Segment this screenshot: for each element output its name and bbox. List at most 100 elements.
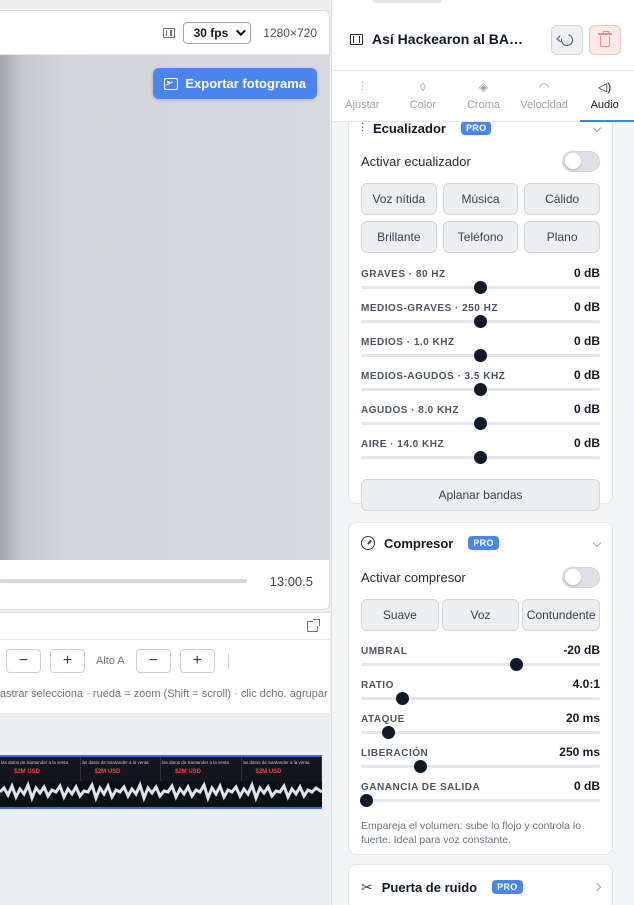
- chevron-down-icon[interactable]: [592, 123, 602, 133]
- tab-color[interactable]: ◊ Color: [393, 71, 454, 121]
- eq-band-slider[interactable]: MEDIOS-GRAVES · 250 HZ 0 dB: [349, 300, 612, 334]
- preset-voz-nitida[interactable]: Voz nítida: [361, 183, 437, 215]
- chevron-down-icon[interactable]: [592, 538, 602, 548]
- eq-band-value: 0 dB: [573, 436, 600, 450]
- slider-thumb[interactable]: [509, 658, 523, 671]
- equalizer-toggle[interactable]: [562, 150, 600, 172]
- param-label: GANANCIA DE SALIDA: [361, 782, 481, 793]
- preset-contundente[interactable]: Contundente: [522, 599, 600, 631]
- preset-voz[interactable]: Voz: [441, 599, 520, 631]
- height-decrease-button[interactable]: −: [135, 648, 171, 673]
- compressor-slider[interactable]: RATIO 4.0:1: [349, 677, 612, 711]
- tab-velocidad[interactable]: ◠ Velocidad: [514, 71, 575, 121]
- compressor-hint: Empareja el volumen: sube lo flojo y con…: [361, 820, 582, 846]
- preset-calido[interactable]: Cálido: [524, 183, 600, 215]
- tab-croma[interactable]: ◈ Croma: [453, 71, 514, 121]
- audio-settings-scroll[interactable]: ⫶ Ecualizador PRO Activar ecualizador Vo…: [332, 122, 634, 905]
- timeline-track-area[interactable]: las datos de Santander a la venta $2M USD…: [0, 714, 330, 905]
- eq-band-value: 0 dB: [573, 300, 600, 314]
- eq-band-track[interactable]: [361, 315, 600, 328]
- tab-ajustar[interactable]: ⫶ Ajustar: [332, 71, 393, 121]
- param-track[interactable]: [360, 794, 600, 807]
- preset-plano[interactable]: Plano: [524, 221, 600, 253]
- timeline-hint: astrar selecciona · rueda = zoom (Shift …: [0, 681, 330, 714]
- slider-thumb[interactable]: [474, 417, 487, 430]
- noise-gate-title: Puerta de ruido: [381, 879, 478, 895]
- tab-label: Croma: [466, 99, 500, 111]
- param-value: 20 ms: [565, 711, 600, 725]
- slider-thumb[interactable]: [396, 692, 410, 705]
- audio-waveform: [0, 780, 322, 803]
- eq-band-track[interactable]: [361, 417, 600, 430]
- preset-suave[interactable]: Suave: [361, 599, 439, 631]
- slider-thumb[interactable]: [474, 281, 487, 294]
- playback-scrubber[interactable]: [0, 579, 247, 583]
- eq-band-slider[interactable]: MEDIOS · 1.0 KHZ 0 dB: [349, 334, 612, 368]
- eq-band-track[interactable]: [361, 349, 600, 362]
- tab-label: Ajustar: [345, 99, 380, 111]
- eq-band-slider[interactable]: MEDIOS-AGUDOS · 3.5 KHZ 0 dB: [349, 368, 612, 402]
- eq-band-track[interactable]: [361, 383, 600, 396]
- compressor-slider[interactable]: LIBERACIÓN 250 ms: [349, 745, 612, 779]
- eq-band-slider[interactable]: AGUDOS · 8.0 KHZ 0 dB: [349, 402, 612, 436]
- sliders-icon: ⫶: [361, 122, 365, 135]
- compressor-slider[interactable]: GANANCIA DE SALIDA 0 dB: [349, 779, 612, 813]
- film-icon: [162, 27, 175, 38]
- slider-thumb[interactable]: [360, 794, 374, 807]
- eq-band-label: AIRE · 14.0 KHZ: [361, 439, 445, 450]
- equalizer-title: Ecualizador: [373, 122, 446, 136]
- slider-thumb[interactable]: [381, 726, 395, 739]
- eq-band-slider[interactable]: GRAVES · 80 HZ 0 dB: [349, 266, 612, 300]
- compressor-slider[interactable]: UMBRAL -20 dB: [349, 643, 612, 677]
- chevron-right-icon[interactable]: [592, 882, 602, 892]
- speaker-icon: ◁): [598, 80, 612, 94]
- slider-thumb[interactable]: [474, 349, 487, 362]
- layers-icon: ◈: [478, 80, 489, 94]
- export-frame-button[interactable]: Exportar fotograma: [153, 68, 317, 99]
- preset-brillante[interactable]: Brillante: [361, 221, 437, 253]
- param-track[interactable]: [361, 692, 600, 705]
- zoom-in-button[interactable]: +: [50, 648, 85, 673]
- zoom-out-button[interactable]: −: [6, 648, 41, 673]
- noise-gate-header[interactable]: ✂ Puerta de ruido PRO: [349, 865, 612, 905]
- compressor-slider[interactable]: ATAQUE 20 ms: [349, 711, 612, 745]
- eq-band-value: 0 dB: [573, 368, 600, 382]
- param-value: 0 dB: [573, 779, 600, 793]
- video-canvas[interactable]: Exportar fotograma: [0, 55, 329, 560]
- noise-gate-card: ✂ Puerta de ruido PRO: [348, 864, 613, 905]
- height-increase-button[interactable]: +: [179, 648, 215, 673]
- slider-thumb[interactable]: [414, 760, 428, 773]
- clip-thumbnails: las datos de Santander a la venta $2M USD…: [0, 757, 322, 781]
- preview-toolbar: 30 fps 1280×720: [0, 11, 329, 55]
- droplet-icon: ◊: [419, 80, 426, 94]
- delete-button[interactable]: [589, 25, 621, 55]
- pro-badge: PRO: [468, 536, 499, 550]
- tab-audio[interactable]: ◁) Audio: [574, 71, 634, 122]
- preset-musica[interactable]: Música: [442, 183, 519, 215]
- slider-thumb[interactable]: [474, 315, 487, 328]
- flatten-bands-button[interactable]: Aplanar bandas: [361, 479, 600, 511]
- compressor-params: UMBRAL -20 dB RATIO 4.0:1 ATAQUE 20 ms LIBE…: [349, 643, 612, 813]
- external-link-icon[interactable]: [307, 619, 320, 632]
- reset-button[interactable]: [551, 25, 583, 55]
- compressor-toggle[interactable]: [562, 566, 600, 588]
- sliders-icon: ⫶: [360, 80, 364, 94]
- clip-thumbnail: las datos de Santander a la venta $2M USD: [161, 757, 242, 781]
- compressor-header[interactable]: Compresor PRO: [349, 523, 612, 563]
- param-value: -20 dB: [563, 643, 600, 657]
- param-track[interactable]: [361, 658, 600, 671]
- eq-band-track[interactable]: [361, 451, 600, 464]
- param-track[interactable]: [361, 760, 600, 773]
- video-clip[interactable]: las datos de Santander a la venta $2M USD…: [0, 755, 322, 809]
- param-track[interactable]: [361, 726, 600, 739]
- param-label: LIBERACIÓN: [361, 748, 429, 759]
- equalizer-header[interactable]: ⫶ Ecualizador PRO: [349, 122, 612, 147]
- timeline-zoom-controls: − + Alto A − +: [0, 639, 330, 681]
- slider-thumb[interactable]: [474, 383, 487, 396]
- eq-band-slider[interactable]: AIRE · 14.0 KHZ 0 dB: [349, 436, 612, 470]
- preset-telefono[interactable]: Teléfono: [442, 221, 519, 253]
- eq-band-track[interactable]: [361, 281, 600, 294]
- properties-panel: Así Hackearon al BANCO SANTANDER ⫶ Ajust…: [331, 0, 634, 905]
- fps-select[interactable]: 30 fps: [182, 21, 252, 44]
- slider-thumb[interactable]: [474, 451, 487, 464]
